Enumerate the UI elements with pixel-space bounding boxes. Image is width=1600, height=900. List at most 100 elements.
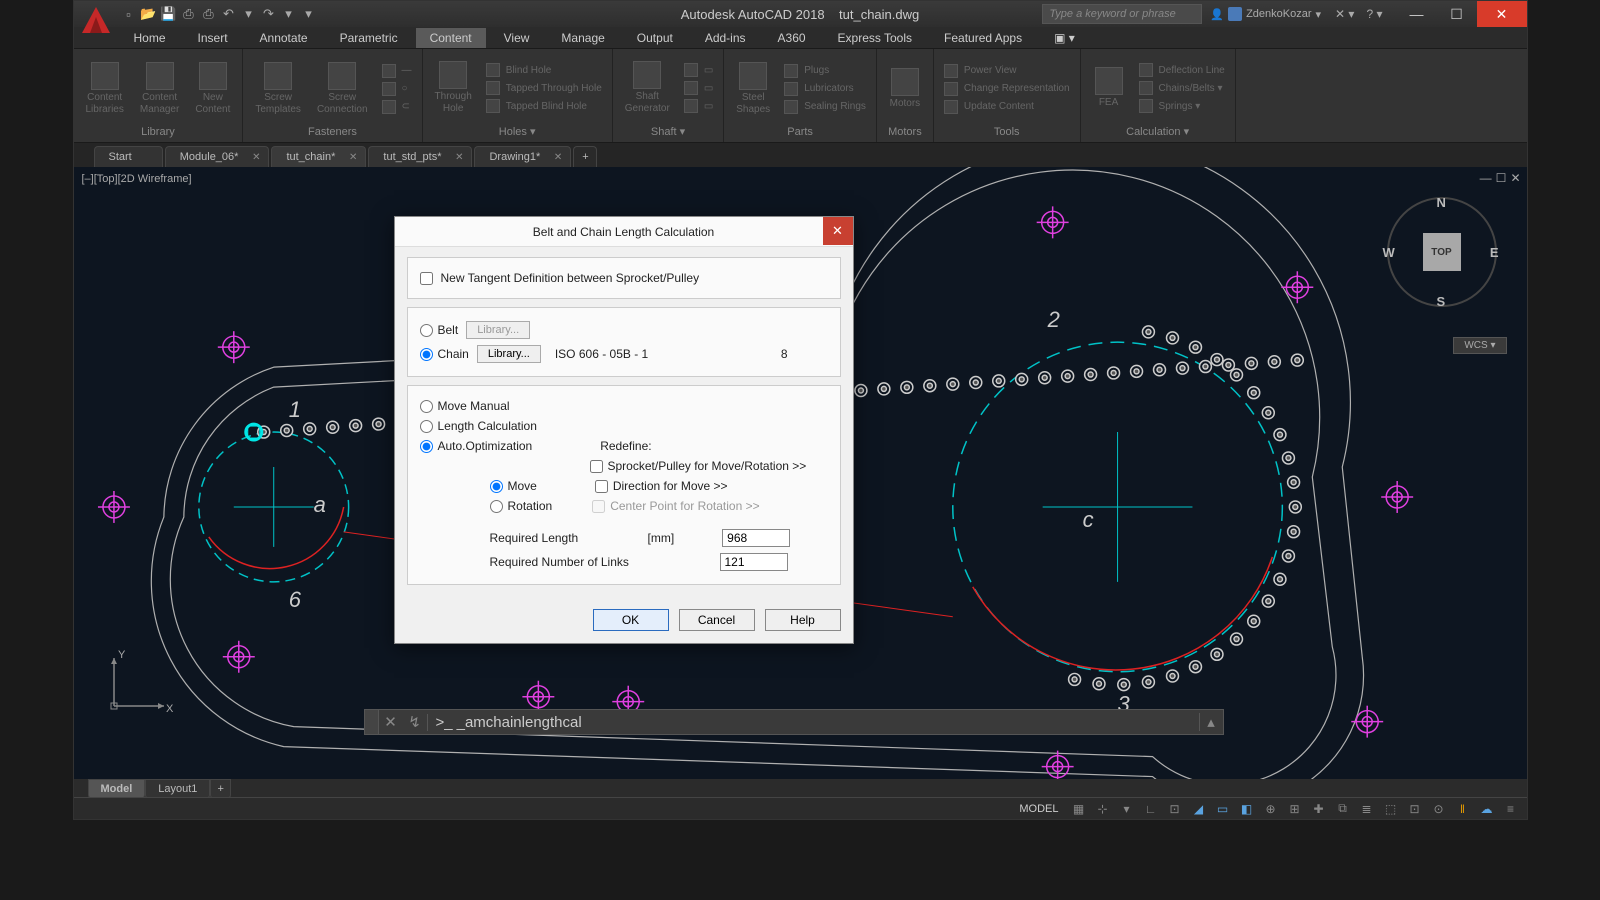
status-icon[interactable]: ⧉: [1333, 800, 1353, 818]
length-calc-radio[interactable]: Length Calculation: [420, 419, 537, 433]
chevron-down-icon[interactable]: ▾: [240, 5, 258, 23]
open-icon[interactable]: 📂: [140, 5, 158, 23]
chain-radio[interactable]: Chain: [420, 347, 469, 361]
status-icon[interactable]: ▭: [1213, 800, 1233, 818]
ribbon-motors[interactable]: Motors: [883, 53, 927, 124]
status-icon[interactable]: ⊡: [1405, 800, 1425, 818]
new-icon[interactable]: ▫: [120, 5, 138, 23]
move-radio[interactable]: Move: [490, 479, 537, 493]
rotation-radio[interactable]: Rotation: [490, 499, 553, 513]
ribbon-fea[interactable]: FEA: [1087, 53, 1131, 123]
ribbon-tapped-through-hole[interactable]: Tapped Through Hole: [482, 80, 606, 96]
status-icon[interactable]: ⊹: [1093, 800, 1113, 818]
status-icon[interactable]: ⊡: [1165, 800, 1185, 818]
close-tab-icon[interactable]: ✕: [455, 152, 463, 163]
ribbon-screw[interactable]: ScrewConnection: [311, 53, 374, 124]
menu-view[interactable]: View: [490, 28, 544, 48]
ribbon-deflection-line[interactable]: Deflection Line: [1135, 62, 1229, 78]
status-icon[interactable]: ◧: [1237, 800, 1257, 818]
osnap-icon[interactable]: ◢: [1189, 800, 1209, 818]
wcs-dropdown[interactable]: WCS ▾: [1453, 337, 1506, 354]
ribbon-shaft[interactable]: ShaftGenerator: [619, 53, 676, 123]
layout-tab[interactable]: Model: [88, 779, 146, 799]
grip-icon[interactable]: [365, 710, 379, 734]
close-tab-icon[interactable]: ✕: [349, 152, 357, 163]
plot-icon[interactable]: ⎙: [200, 5, 218, 23]
required-links-input[interactable]: [720, 553, 788, 571]
ribbon-blind-hole[interactable]: Blind Hole: [482, 62, 606, 78]
ribbon-side-item[interactable]: ▭: [680, 62, 717, 78]
grid-icon[interactable]: ▦: [1069, 800, 1089, 818]
status-icon[interactable]: ⬚: [1381, 800, 1401, 818]
menu-parametric[interactable]: Parametric: [326, 28, 412, 48]
menu-output[interactable]: Output: [623, 28, 687, 48]
command-line[interactable]: ✕ ↯ >_ _amchainlengthcal ▴: [364, 709, 1224, 735]
status-icon[interactable]: ⊞: [1285, 800, 1305, 818]
belt-radio[interactable]: Belt: [420, 323, 459, 337]
move-manual-radio[interactable]: Move Manual: [420, 399, 510, 413]
undo-icon[interactable]: ↶: [220, 5, 238, 23]
minimize-button[interactable]: —: [1397, 1, 1437, 27]
ribbon-side-item[interactable]: ○: [378, 81, 416, 97]
wrench-icon[interactable]: ↯: [403, 713, 427, 731]
exchange-icon[interactable]: ✕ ▾: [1335, 7, 1354, 21]
cancel-button[interactable]: Cancel: [679, 609, 755, 631]
close-button[interactable]: ✕: [1477, 1, 1527, 27]
close-icon[interactable]: ✕: [379, 713, 403, 731]
status-icon[interactable]: ⊙: [1429, 800, 1449, 818]
help-icon[interactable]: ? ▾: [1366, 7, 1382, 21]
menu-home[interactable]: Home: [120, 28, 180, 48]
ribbon-through[interactable]: ThroughHole: [429, 53, 478, 123]
menu-manage[interactable]: Manage: [547, 28, 618, 48]
close-tab-icon[interactable]: ✕: [252, 152, 260, 163]
ribbon-lubricators[interactable]: Lubricators: [780, 81, 870, 97]
file-tab[interactable]: Start: [94, 146, 163, 167]
chain-library-button[interactable]: Library...: [477, 345, 541, 363]
ribbon-content[interactable]: ContentManager: [134, 53, 185, 124]
ribbon-content[interactable]: ContentLibraries: [80, 53, 130, 124]
close-tab-icon[interactable]: ✕: [554, 152, 562, 163]
ribbon-springs--[interactable]: Springs ▾: [1135, 98, 1229, 114]
chevron-up-icon[interactable]: ▴: [1199, 713, 1223, 731]
ribbon-side-item[interactable]: ⊂: [378, 99, 416, 115]
menu-annotate[interactable]: Annotate: [246, 28, 322, 48]
redo-icon[interactable]: ↷: [260, 5, 278, 23]
menu-apps-icon[interactable]: ▣ ▾: [1040, 28, 1089, 48]
ribbon-update-content[interactable]: Update Content: [940, 99, 1074, 115]
status-icon[interactable]: ∟: [1141, 800, 1161, 818]
ribbon-steel[interactable]: SteelShapes: [730, 53, 776, 124]
add-layout-button[interactable]: +: [210, 779, 230, 799]
status-icon[interactable]: ✚: [1309, 800, 1329, 818]
new-tab-button[interactable]: +: [573, 146, 597, 167]
sprocket-checkbox[interactable]: Sprocket/Pulley for Move/Rotation >>: [590, 459, 807, 473]
ribbon-screw[interactable]: ScrewTemplates: [249, 53, 307, 124]
saveas-icon[interactable]: ⎙: [180, 5, 198, 23]
ribbon-side-item[interactable]: —: [378, 63, 416, 79]
file-tab[interactable]: Drawing1*✕: [474, 146, 571, 167]
app-logo[interactable]: [78, 3, 114, 39]
file-tab[interactable]: Module_06*✕: [165, 146, 270, 167]
customize-icon[interactable]: ≡: [1501, 800, 1521, 818]
model-space-toggle[interactable]: MODEL: [1013, 803, 1064, 815]
new-tangent-checkbox[interactable]: New Tangent Definition between Sprocket/…: [420, 268, 828, 288]
more-icon[interactable]: ▾: [300, 5, 318, 23]
menu-content[interactable]: Content: [416, 28, 486, 48]
ok-button[interactable]: OK: [593, 609, 669, 631]
ribbon-side-item[interactable]: ▭: [680, 80, 717, 96]
menu-add-ins[interactable]: Add-ins: [691, 28, 760, 48]
help-button[interactable]: Help: [765, 609, 841, 631]
status-icon[interactable]: ‖: [1453, 800, 1473, 818]
status-icon[interactable]: ☁: [1477, 800, 1497, 818]
direction-checkbox[interactable]: Direction for Move >>: [595, 479, 728, 493]
ribbon-new[interactable]: NewContent: [189, 53, 236, 124]
status-icon[interactable]: ⊕: [1261, 800, 1281, 818]
ribbon-chains-belts--[interactable]: Chains/Belts ▾: [1135, 80, 1229, 96]
layout-tab[interactable]: Layout1: [145, 779, 210, 799]
user-menu[interactable]: 👤 ZdenkoKozar▾: [1210, 7, 1321, 21]
ribbon-plugs[interactable]: Plugs: [780, 63, 870, 79]
ribbon-side-item[interactable]: ▭: [680, 98, 717, 114]
ribbon-change-representation[interactable]: Change Representation: [940, 81, 1074, 97]
dialog-close-button[interactable]: ✕: [823, 217, 853, 245]
file-tab[interactable]: tut_chain*✕: [271, 146, 366, 167]
viewcube[interactable]: TOP N E S W WCS ▾: [1387, 197, 1497, 307]
